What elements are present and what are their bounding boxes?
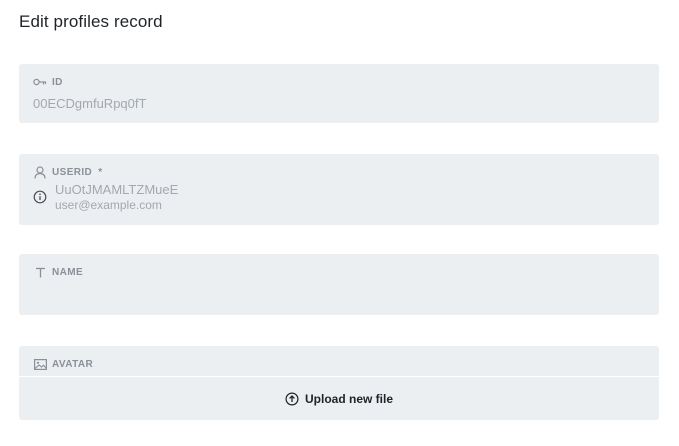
id-field-value: 00ECDgmfuRpq0fT [33, 96, 147, 111]
user-icon [33, 165, 47, 179]
id-field-label: ID [52, 76, 63, 88]
name-field-label-row: NAME [33, 265, 83, 279]
relation-text: UuOtJMAMLTZMueE user@example.com [55, 181, 178, 213]
relation-primary-value: UuOtJMAMLTZMueE [55, 182, 179, 197]
relation-secondary-value: user@example.com [55, 198, 162, 212]
name-input[interactable] [33, 284, 645, 308]
info-icon[interactable] [33, 190, 47, 204]
avatar-field-label: AVATAR [52, 358, 94, 370]
avatar-field-label-row: AVATAR [33, 357, 93, 371]
userid-field[interactable]: USERID * UuOtJMAMLTZMueE user@example.co… [19, 154, 659, 225]
id-field-label-row: ID [33, 75, 63, 89]
upload-file-button[interactable]: Upload new file [19, 377, 659, 420]
name-field-label: NAME [52, 266, 84, 278]
image-icon [33, 357, 47, 371]
id-field: ID 00ECDgmfuRpq0fT [19, 64, 659, 123]
edit-record-page: Edit profiles record ID 00ECDgmfuRpq0fT [0, 0, 679, 446]
page-title: Edit profiles record [19, 12, 163, 31]
upload-cloud-icon [285, 391, 299, 406]
userid-field-label: USERID [52, 166, 93, 178]
name-field[interactable]: NAME [19, 254, 659, 315]
required-mark: * [98, 166, 103, 178]
userid-field-label-row: USERID * [33, 165, 102, 179]
upload-file-label: Upload new file [304, 391, 393, 406]
avatar-field: AVATAR Upload new file [19, 346, 659, 420]
userid-relation[interactable]: UuOtJMAMLTZMueE user@example.com [33, 181, 178, 213]
key-icon [33, 75, 47, 89]
text-icon [33, 265, 47, 279]
